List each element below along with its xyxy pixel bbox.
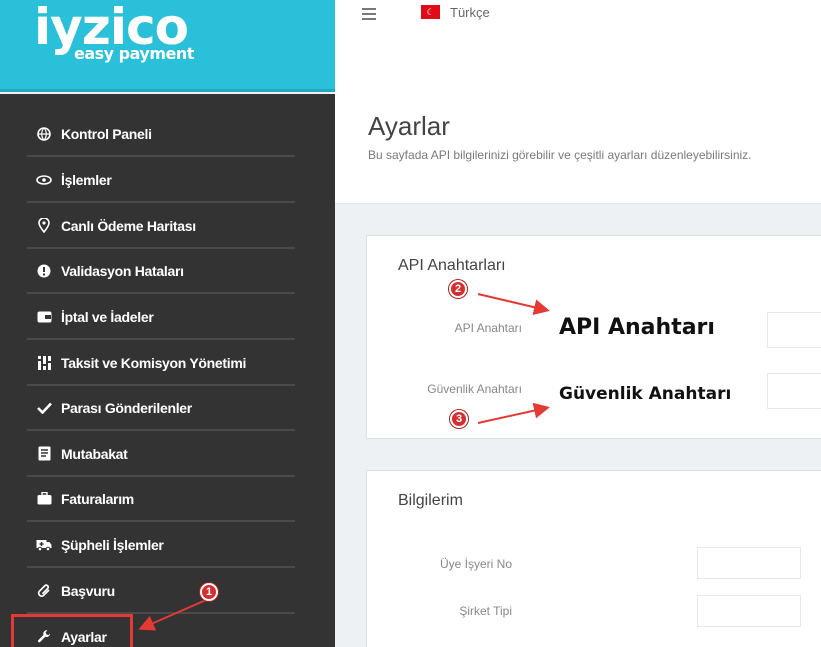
arrow-2 xyxy=(477,293,550,316)
step-marker-2: 2 xyxy=(449,280,467,298)
step-marker-3: 3 xyxy=(450,410,468,428)
step-marker-1: 1 xyxy=(200,583,218,601)
arrow-1 xyxy=(138,599,207,631)
annotation-arrows xyxy=(138,293,550,631)
arrow-3 xyxy=(477,402,550,424)
